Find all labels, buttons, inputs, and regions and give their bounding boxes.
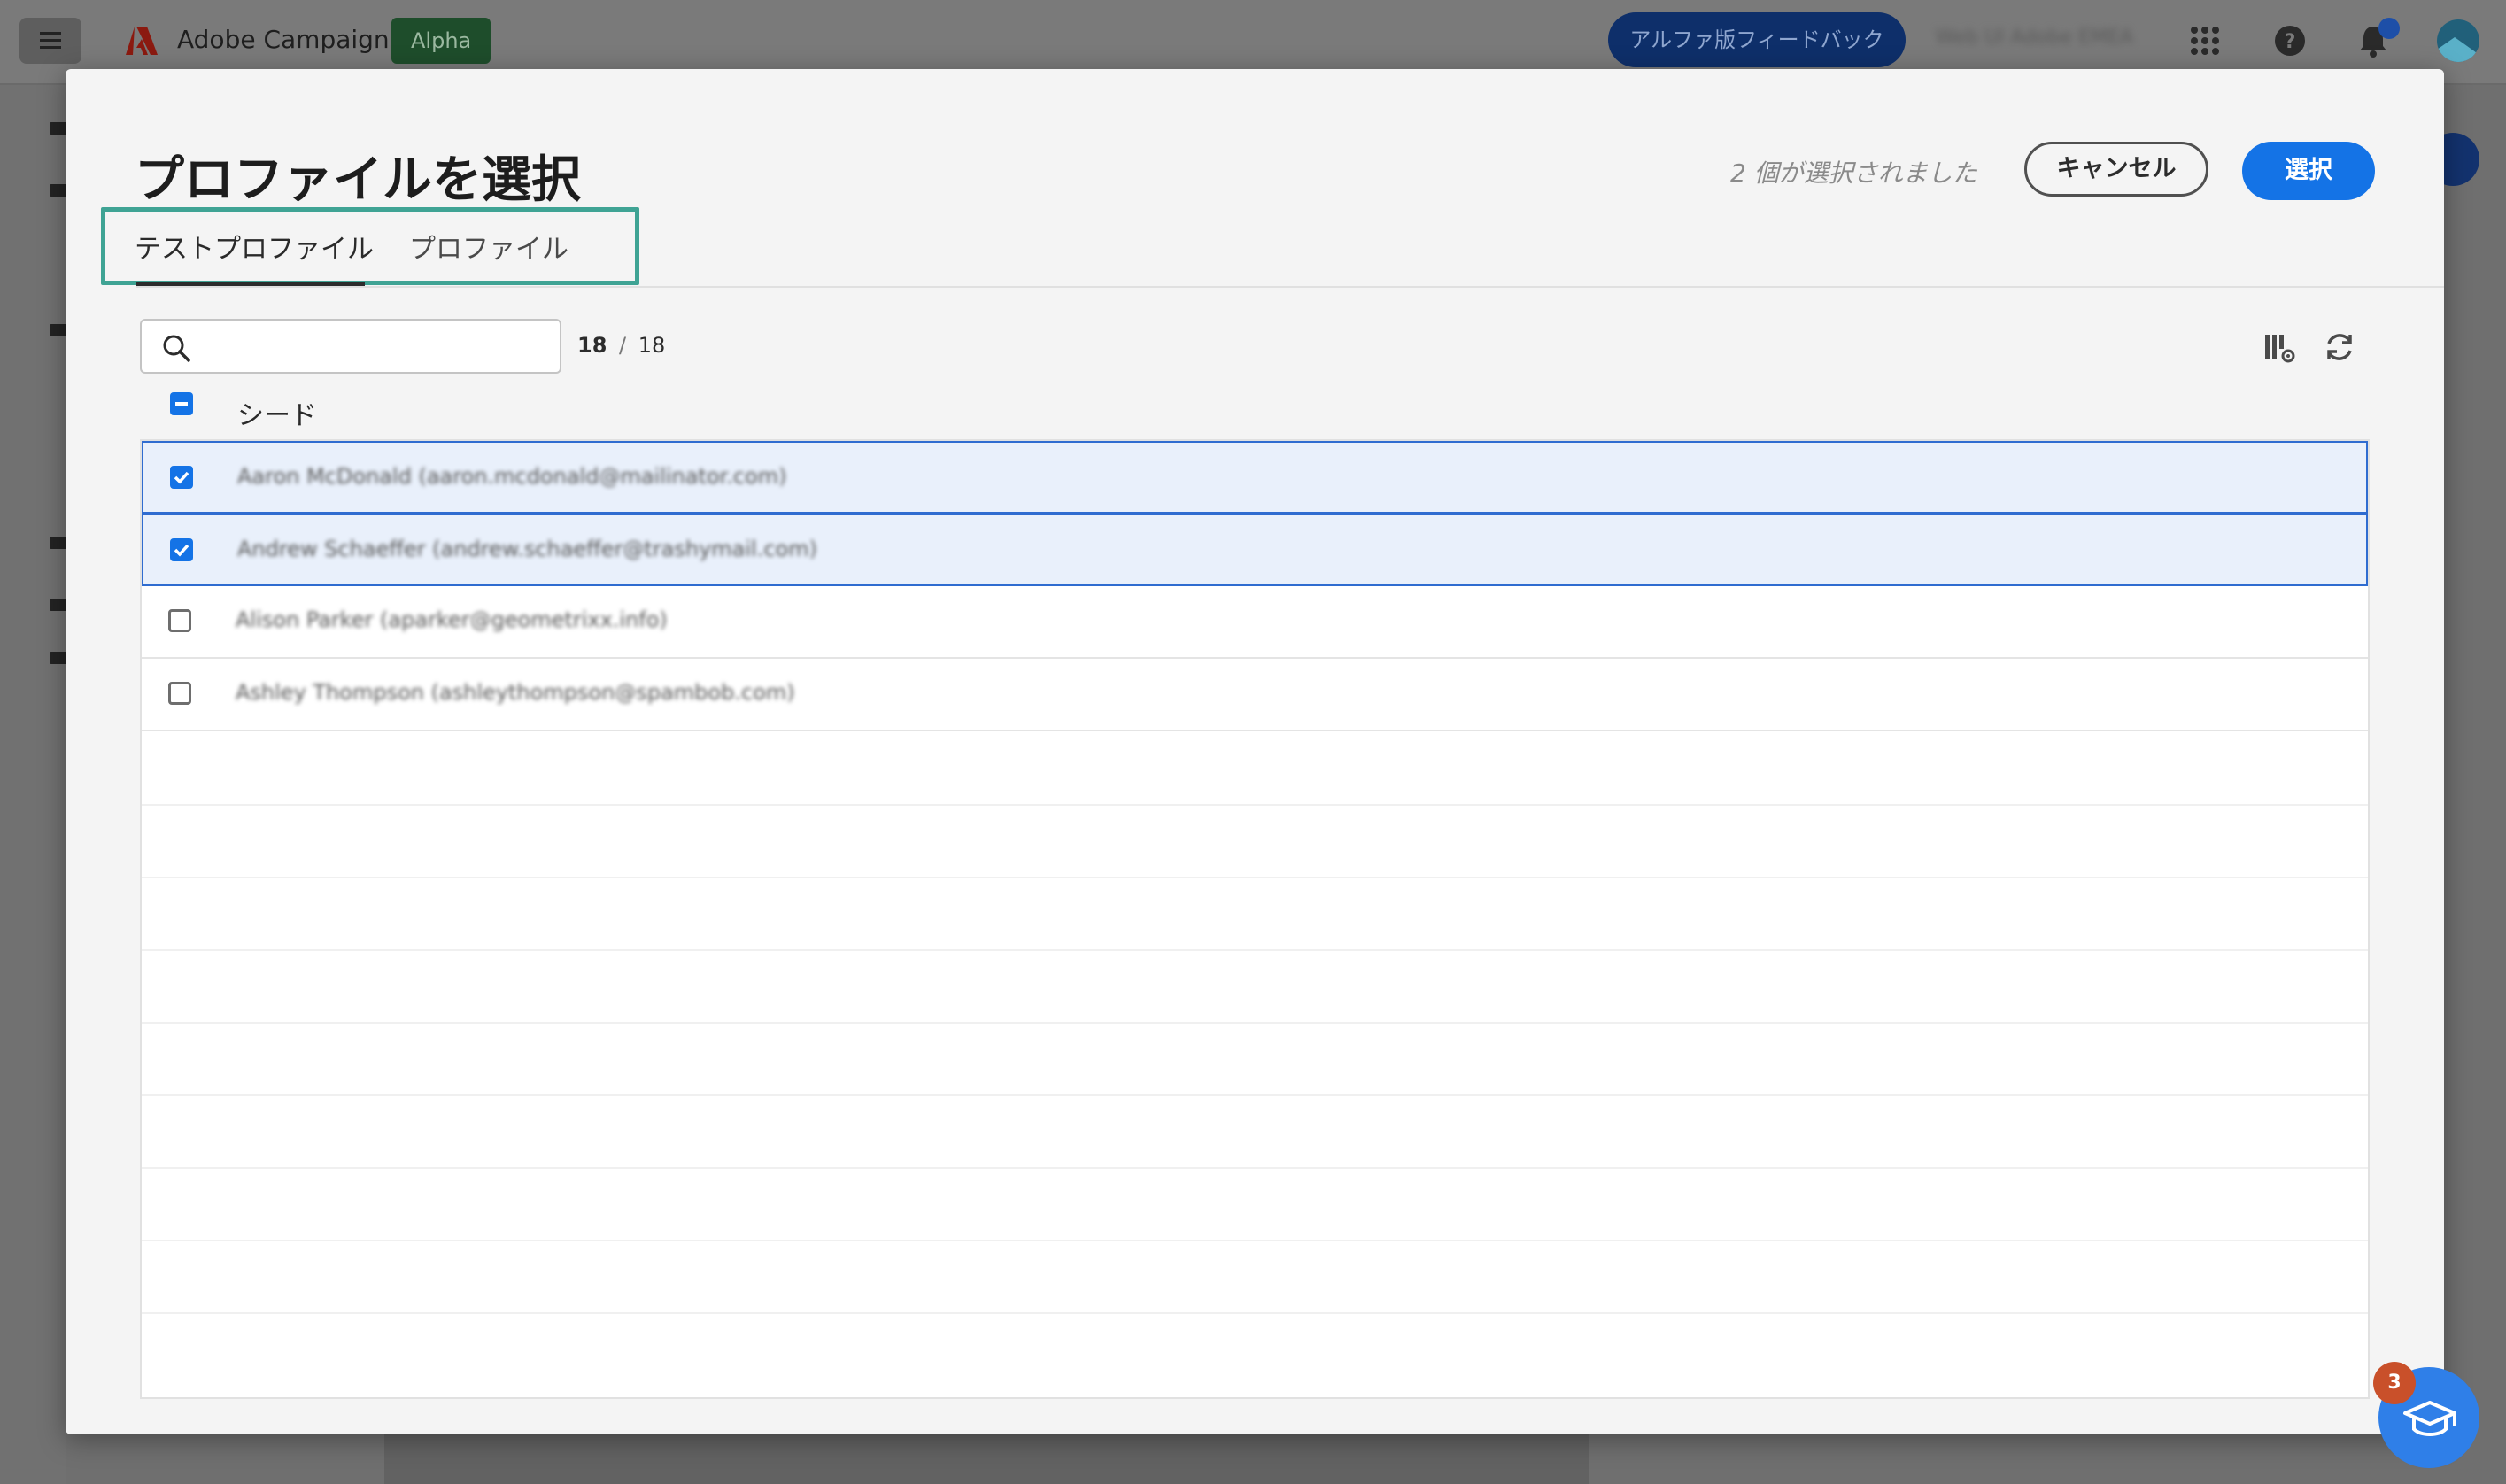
result-count: 18 / 18: [577, 333, 665, 358]
search-icon: [163, 335, 190, 362]
user-avatar[interactable]: [2437, 19, 2479, 62]
notification-dot: [2378, 18, 2400, 39]
select-profile-dialog: プロファイルを選択 2 個が選択されました キャンセル 選択 テストプロファイル…: [66, 69, 2444, 1434]
select-all-checkbox[interactable]: [170, 392, 193, 415]
row-checkbox[interactable]: [168, 609, 191, 632]
result-count-separator: /: [619, 333, 627, 358]
profile-name: Alison Parker (aparker@geometrixx.info): [236, 607, 668, 632]
refresh-icon[interactable]: [2322, 329, 2357, 365]
background-panel: [384, 1427, 1589, 1484]
checkmark-icon: [174, 544, 189, 557]
row-divider: [142, 1167, 2368, 1169]
tabs-divider: [136, 286, 2444, 288]
search-field[interactable]: [140, 319, 561, 374]
tab-test-profiles[interactable]: テストプロファイル: [135, 227, 374, 266]
column-settings-icon[interactable]: [2262, 329, 2297, 365]
row-divider: [142, 877, 2368, 878]
dialog-title: プロファイルを選択: [135, 151, 581, 209]
alpha-badge: Alpha: [391, 18, 491, 64]
row-checkbox[interactable]: [168, 682, 191, 705]
tab-profiles[interactable]: プロファイル: [409, 227, 568, 266]
list-item[interactable]: Ashley Thompson (ashleythompson@spambob.…: [142, 659, 2368, 731]
app-name: Adobe Campaign: [177, 25, 390, 54]
profile-list: Aaron McDonald (aaron.mcdonald@mailinato…: [140, 439, 2370, 1399]
help-notification-badge: 3: [2373, 1362, 2416, 1404]
selected-count-text: 2 個が選択されました: [1730, 158, 1977, 188]
result-count-shown: 18: [577, 333, 607, 358]
profile-name: Andrew Schaeffer (andrew.schaeffer@trash…: [237, 537, 817, 561]
row-divider: [142, 804, 2368, 806]
search-input[interactable]: [204, 328, 553, 367]
hamburger-menu-button[interactable]: [19, 18, 81, 64]
checkmark-icon: [174, 471, 189, 484]
profile-name: Aaron McDonald (aaron.mcdonald@mailinato…: [237, 464, 787, 489]
org-name[interactable]: Web UI Adobe EMEA: [1936, 27, 2148, 53]
list-item[interactable]: Alison Parker (aparker@geometrixx.info): [142, 586, 2368, 659]
app-switcher-icon[interactable]: [2189, 25, 2221, 57]
row-checkbox[interactable]: [170, 538, 193, 561]
list-item[interactable]: Aaron McDonald (aaron.mcdonald@mailinato…: [142, 441, 2368, 514]
profile-name: Ashley Thompson (ashleythompson@spambob.…: [236, 680, 795, 705]
row-divider: [142, 1094, 2368, 1096]
list-item[interactable]: Andrew Schaeffer (andrew.schaeffer@trash…: [142, 514, 2368, 586]
row-divider: [142, 1312, 2368, 1314]
row-divider: [142, 1240, 2368, 1241]
row-divider: [142, 1022, 2368, 1024]
column-header-seed: シード: [237, 400, 317, 431]
select-button[interactable]: 選択: [2242, 142, 2375, 200]
row-divider: [142, 949, 2368, 951]
help-icon[interactable]: ?: [2272, 23, 2308, 58]
svg-text:?: ?: [2285, 31, 2296, 53]
cancel-button[interactable]: キャンセル: [2024, 142, 2208, 197]
adobe-logo-icon: [126, 27, 158, 55]
row-checkbox[interactable]: [170, 466, 193, 489]
left-navigation-rail: [0, 85, 74, 1484]
result-count-total: 18: [638, 333, 666, 358]
feedback-button[interactable]: アルファ版フィードバック: [1608, 12, 1906, 67]
